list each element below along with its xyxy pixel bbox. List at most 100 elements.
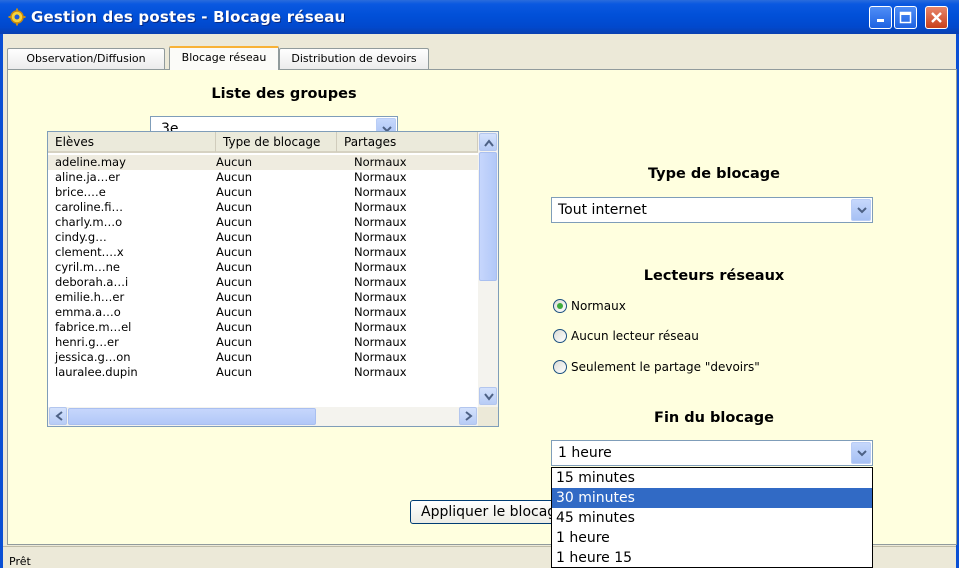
close-button[interactable]: [925, 6, 948, 29]
title-bar: Gestion des postes - Blocage réseau: [0, 0, 959, 34]
list-header: Elèves Type de blocage Partages: [48, 132, 478, 153]
list-item[interactable]: aline.ja…er Aucun Normaux: [48, 170, 478, 185]
list-item[interactable]: cyril.m…ne Aucun Normaux: [48, 260, 478, 275]
dropdown-option[interactable]: 1 heure: [552, 528, 872, 548]
list-item[interactable]: lauralee.dupin Aucun Normaux: [48, 365, 478, 380]
shares-cell: Normaux: [354, 230, 407, 244]
radio-dot: [553, 329, 567, 343]
radio-partage-devoirs-label: Seulement le partage "devoirs": [571, 360, 760, 374]
column-header-partages[interactable]: Partages: [337, 132, 478, 152]
student-name: jessica.g…on: [55, 350, 131, 364]
end-of-blocking-heading: Fin du blocage: [654, 410, 774, 426]
chevron-down-icon: [484, 393, 494, 401]
horizontal-scrollbar[interactable]: [48, 407, 478, 426]
scroll-corner: [478, 407, 498, 426]
student-name: cyril.m…ne: [55, 260, 120, 274]
minimize-icon: [876, 19, 884, 22]
blocking-type-cell: Aucun: [216, 305, 253, 319]
list-item[interactable]: clement.…x Aucun Normaux: [48, 245, 478, 260]
radio-aucun-lecteur-label: Aucun lecteur réseau: [571, 329, 699, 343]
shares-cell: Normaux: [354, 155, 407, 169]
radio-normaux-label: Normaux: [571, 299, 626, 313]
student-name: lauralee.dupin: [55, 365, 138, 379]
list-item[interactable]: deborah.a…i Aucun Normaux: [48, 275, 478, 290]
column-header-type-blocage[interactable]: Type de blocage: [216, 132, 337, 152]
radio-dot: [553, 360, 567, 374]
student-name: brice.…e: [55, 185, 106, 199]
blocking-type-cell: Aucun: [216, 260, 253, 274]
end-of-blocking-dropdown[interactable]: 15 minutes 30 minutes 45 minutes 1 heure 1 h…: [551, 467, 873, 568]
end-of-blocking-select[interactable]: 1 heure: [551, 440, 873, 466]
shares-cell: Normaux: [354, 335, 407, 349]
student-name: caroline.fi…: [55, 200, 124, 214]
student-name: aline.ja…er: [55, 170, 121, 184]
apply-blocking-button[interactable]: Appliquer le blocage: [410, 500, 570, 524]
student-name: charly.m…o: [55, 215, 123, 229]
groups-heading: Liste des groupes: [211, 86, 357, 102]
window-title: Gestion des postes - Blocage réseau: [31, 8, 346, 26]
shares-cell: Normaux: [354, 365, 407, 379]
list-item[interactable]: emilie.h…er Aucun Normaux: [48, 290, 478, 305]
blocking-type-cell: Aucun: [216, 245, 253, 259]
student-name: fabrice.m…el: [55, 320, 132, 334]
app-gear-icon: [8, 8, 26, 26]
student-name: deborah.a…i: [55, 275, 129, 289]
chevron-right-icon: [465, 411, 473, 421]
end-of-blocking-value: 1 heure: [558, 445, 612, 461]
blocking-type-value: Tout internet: [558, 202, 647, 218]
dropdown-option[interactable]: 15 minutes: [552, 468, 872, 488]
list-item[interactable]: henri.g…er Aucun Normaux: [48, 335, 478, 350]
vertical-scrollbar[interactable]: [478, 132, 498, 407]
scroll-up-button[interactable]: [479, 133, 497, 151]
shares-cell: Normaux: [354, 215, 407, 229]
list-item[interactable]: caroline.fi… Aucun Normaux: [48, 200, 478, 215]
shares-cell: Normaux: [354, 350, 407, 364]
list-item[interactable]: adeline.may Aucun Normaux: [48, 155, 478, 170]
list-item[interactable]: cindy.g… Aucun Normaux: [48, 230, 478, 245]
maximize-button[interactable]: [894, 6, 917, 29]
column-header-eleves[interactable]: Elèves: [48, 132, 216, 152]
tab-distribution-devoirs[interactable]: Distribution de devoirs: [279, 48, 429, 69]
chevron-down-icon[interactable]: [851, 199, 871, 221]
scroll-right-button[interactable]: [459, 407, 477, 425]
blocking-type-cell: Aucun: [216, 350, 253, 364]
list-item[interactable]: jessica.g…on Aucun Normaux: [48, 350, 478, 365]
list-item[interactable]: charly.m…o Aucun Normaux: [48, 215, 478, 230]
horizontal-scroll-thumb[interactable]: [68, 408, 316, 425]
student-name: emilie.h…er: [55, 290, 125, 304]
dropdown-option[interactable]: 30 minutes: [552, 488, 872, 508]
vertical-scroll-thumb[interactable]: [479, 152, 497, 281]
blocking-type-cell: Aucun: [216, 230, 253, 244]
blocking-type-cell: Aucun: [216, 170, 253, 184]
close-icon: [931, 12, 942, 23]
blocking-type-cell: Aucun: [216, 365, 253, 379]
chevron-up-icon: [484, 139, 494, 147]
network-drives-heading: Lecteurs réseaux: [643, 268, 785, 284]
dropdown-option[interactable]: 45 minutes: [552, 508, 872, 528]
tab-blocage-reseau[interactable]: Blocage réseau: [169, 46, 279, 70]
list-item[interactable]: emma.a…o Aucun Normaux: [48, 305, 478, 320]
blocking-type-cell: Aucun: [216, 185, 253, 199]
blocking-type-cell: Aucun: [216, 215, 253, 229]
list-item[interactable]: fabrice.m…el Aucun Normaux: [48, 320, 478, 335]
blocking-type-cell: Aucun: [216, 275, 253, 289]
blocking-type-cell: Aucun: [216, 155, 253, 169]
blocking-type-cell: Aucun: [216, 335, 253, 349]
minimize-button[interactable]: [869, 6, 892, 29]
shares-cell: Normaux: [354, 305, 407, 319]
student-name: henri.g…er: [55, 335, 119, 349]
radio-dot: [553, 299, 567, 313]
tab-observation-diffusion[interactable]: Observation/Diffusion: [7, 48, 165, 69]
shares-cell: Normaux: [354, 170, 407, 184]
blocking-type-cell: Aucun: [216, 320, 253, 334]
scroll-down-button[interactable]: [479, 387, 497, 405]
blocking-type-select[interactable]: Tout internet: [551, 197, 873, 223]
list-item[interactable]: brice.…e Aucun Normaux: [48, 185, 478, 200]
students-list[interactable]: Elèves Type de blocage Partages adeline.…: [47, 131, 499, 427]
chevron-down-icon[interactable]: [851, 442, 871, 464]
blocking-type-heading: Type de blocage: [647, 166, 781, 182]
shares-cell: Normaux: [354, 245, 407, 259]
dropdown-option[interactable]: 1 heure 15: [552, 548, 872, 567]
scroll-left-button[interactable]: [49, 407, 67, 425]
student-name: clement.…x: [55, 245, 124, 259]
